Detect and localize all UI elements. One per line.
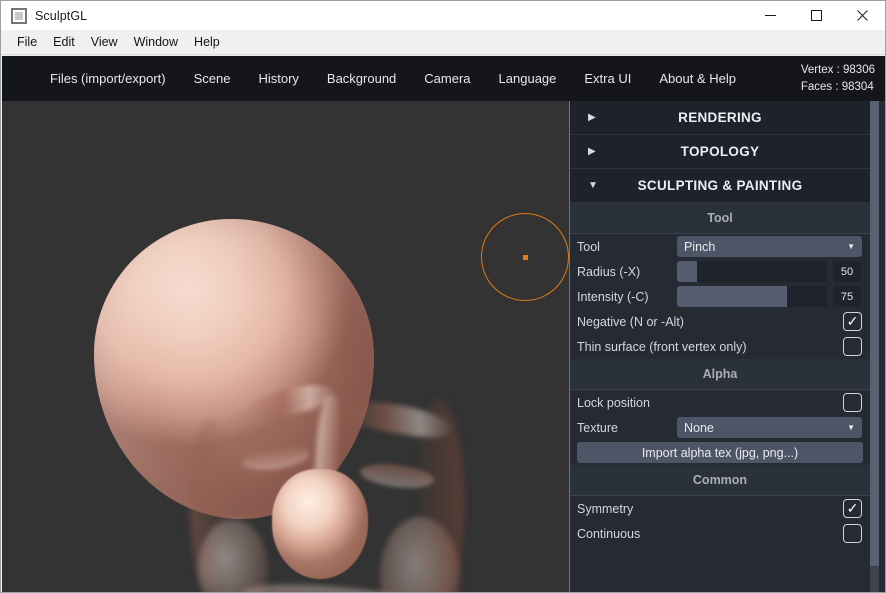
application-window: SculptGL File Edit View Window Help File…	[0, 0, 886, 593]
label-continuous: Continuous	[577, 526, 641, 541]
section-header-rendering[interactable]: ▶ RENDERING	[570, 101, 870, 135]
chevron-down-icon: ▼	[847, 242, 855, 251]
chevron-down-icon: ▼	[847, 423, 855, 432]
check-icon: ✓	[846, 500, 859, 516]
window-controls	[747, 1, 885, 30]
intensity-slider-fill	[677, 286, 787, 307]
model-eye-right	[358, 460, 436, 492]
group-title-common: Common	[570, 465, 870, 496]
section-title-topology: TOPOLOGY	[680, 144, 760, 159]
row-lock-position: Lock position	[570, 390, 870, 415]
menu-bar: File Edit View Window Help	[1, 30, 885, 55]
check-icon: ✓	[846, 313, 859, 329]
import-alpha-texture-button[interactable]: Import alpha tex (jpg, png...)	[577, 442, 863, 463]
nav-item-language[interactable]: Language	[485, 56, 571, 101]
row-negative: Negative (N or -Alt) ✓	[570, 309, 870, 334]
section-title-sculpting-painting: SCULPTING & PAINTING	[637, 178, 803, 193]
intensity-slider[interactable]	[677, 286, 827, 307]
maximize-button[interactable]	[793, 1, 839, 30]
nav-item-scene[interactable]: Scene	[180, 56, 245, 101]
nav-item-camera[interactable]: Camera	[410, 56, 484, 101]
title-bar: SculptGL	[1, 1, 885, 30]
label-symmetry: Symmetry	[577, 501, 634, 516]
label-tool: Tool	[577, 239, 600, 254]
negative-checkbox[interactable]: ✓	[843, 312, 862, 331]
menu-item-window[interactable]: Window	[126, 32, 186, 52]
model-center-crease	[311, 394, 343, 516]
row-tool: Tool Pinch ▼	[570, 234, 870, 259]
menu-item-file[interactable]: File	[9, 32, 45, 52]
nav-item-about-help[interactable]: About & Help	[645, 56, 750, 101]
model-eye-left	[240, 442, 312, 474]
label-texture: Texture	[577, 420, 618, 435]
model-brow-left	[242, 378, 336, 426]
model-shading-right	[412, 399, 464, 592]
group-title-alpha: Alpha	[570, 359, 870, 390]
nav-item-files[interactable]: Files (import/export)	[36, 56, 180, 101]
top-navigation-bar: Files (import/export) Scene History Back…	[2, 56, 885, 101]
sidebar-panel: ▶ RENDERING ▶ TOPOLOGY ▼ SCULPTING & PAI…	[569, 101, 885, 592]
tool-select-value: Pinch	[684, 239, 716, 254]
row-symmetry: Symmetry ✓	[570, 496, 870, 521]
section-title-rendering: RENDERING	[678, 110, 762, 125]
panel-scrollbar-thumb[interactable]	[870, 101, 879, 566]
texture-select[interactable]: None ▼	[677, 417, 862, 438]
section-header-topology[interactable]: ▶ TOPOLOGY	[570, 135, 870, 169]
mesh-statistics: Vertex : 98306 Faces : 98304	[801, 62, 875, 96]
model-brow-right	[340, 395, 454, 443]
nav-item-extra-ui[interactable]: Extra UI	[570, 56, 645, 101]
row-continuous: Continuous	[570, 521, 870, 546]
sculpted-head-model[interactable]	[94, 219, 464, 592]
minimize-button[interactable]	[747, 1, 793, 30]
close-button[interactable]	[839, 1, 885, 30]
label-lock-position: Lock position	[577, 395, 650, 410]
menu-item-help[interactable]: Help	[186, 32, 228, 52]
label-negative: Negative (N or -Alt)	[577, 314, 684, 329]
chevron-right-icon: ▶	[588, 111, 596, 123]
row-thin-surface: Thin surface (front vertex only)	[570, 334, 870, 359]
model-nose	[272, 469, 368, 579]
model-mouth	[241, 578, 433, 592]
model-cheek-right	[380, 517, 460, 592]
app-square-icon	[11, 7, 27, 24]
vertex-count: Vertex : 98306	[800, 63, 875, 76]
app-body: Files (import/export) Scene History Back…	[2, 56, 885, 592]
texture-select-value: None	[684, 420, 714, 435]
menu-item-view[interactable]: View	[83, 32, 126, 52]
label-radius: Radius (-X)	[577, 264, 641, 279]
nav-item-history[interactable]: History	[244, 56, 312, 101]
chevron-right-icon: ▶	[588, 145, 596, 157]
model-cheek-left	[198, 519, 268, 592]
menu-item-edit[interactable]: Edit	[45, 32, 83, 52]
3d-viewport[interactable]	[2, 101, 569, 592]
continuous-checkbox[interactable]	[843, 524, 862, 543]
row-intensity: Intensity (-C) 75	[570, 284, 870, 309]
row-texture: Texture None ▼	[570, 415, 870, 440]
chevron-down-icon: ▼	[588, 179, 598, 191]
row-radius: Radius (-X) 50	[570, 259, 870, 284]
intensity-value[interactable]: 75	[833, 286, 861, 307]
radius-slider-fill	[677, 261, 697, 282]
sidebar-panel-content: ▶ RENDERING ▶ TOPOLOGY ▼ SCULPTING & PAI…	[570, 101, 870, 546]
brush-cursor-center-dot	[523, 255, 528, 260]
window-title: SculptGL	[35, 8, 88, 23]
group-title-tool: Tool	[570, 203, 870, 234]
radius-slider[interactable]	[677, 261, 827, 282]
thin-surface-checkbox[interactable]	[843, 337, 862, 356]
label-intensity: Intensity (-C)	[577, 289, 649, 304]
model-shading-left	[190, 419, 230, 589]
tool-select[interactable]: Pinch ▼	[677, 236, 862, 257]
lock-position-checkbox[interactable]	[843, 393, 862, 412]
faces-count: Faces : 98304	[800, 80, 874, 93]
label-thin-surface: Thin surface (front vertex only)	[577, 339, 747, 354]
section-header-sculpting-painting[interactable]: ▼ SCULPTING & PAINTING	[570, 169, 870, 203]
nav-item-background[interactable]: Background	[313, 56, 410, 101]
radius-value[interactable]: 50	[833, 261, 861, 282]
symmetry-checkbox[interactable]: ✓	[843, 499, 862, 518]
